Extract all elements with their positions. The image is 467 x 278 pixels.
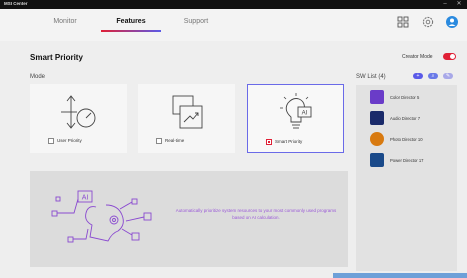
realtime-chart-icon <box>172 95 202 129</box>
sw-list-panel: Color Director 5 Audio Director 7 Photo … <box>356 85 457 271</box>
smart-priority-checkbox[interactable] <box>266 139 272 145</box>
power-director-icon <box>370 153 384 167</box>
audio-director-icon <box>370 111 384 125</box>
banner-description: Automatically prioritize system resource… <box>175 208 337 220</box>
sw-item-label: Photo Director 10 <box>390 137 423 142</box>
mode-card-real-time[interactable]: Real-time <box>138 84 235 153</box>
user-priority-label: User Priority <box>57 138 82 143</box>
edit-software-button[interactable]: ✎ <box>443 73 453 79</box>
grid-icon[interactable] <box>396 15 410 29</box>
sw-item-label: Audio Director 7 <box>390 116 421 121</box>
priority-gauge-icon <box>60 95 95 129</box>
tab-support[interactable]: Support <box>166 18 226 25</box>
svg-text:AI: AI <box>301 111 307 117</box>
bottom-accent-strip <box>333 273 467 278</box>
sw-list-title: SW List (4) <box>356 74 386 80</box>
ai-head-circuit-icon: AI <box>51 190 152 243</box>
color-director-icon <box>370 90 384 104</box>
ai-banner: AI Automatically prioritize system resou… <box>30 171 348 267</box>
page-title: Smart Priority <box>30 53 83 62</box>
mode-section-label: Mode <box>30 74 46 80</box>
app-title: MSI Center <box>4 1 28 6</box>
creator-mode-label: Creator Mode <box>402 54 433 60</box>
settings-icon[interactable] <box>421 15 435 29</box>
svg-text:AI: AI <box>82 195 89 202</box>
user-priority-checkbox[interactable] <box>48 138 54 144</box>
smart-priority-label: Smart Priority <box>275 139 303 144</box>
mode-card-user-priority[interactable]: User Priority <box>30 84 127 153</box>
real-time-label: Real-time <box>165 138 185 143</box>
sw-item-label: Color Director 5 <box>390 95 420 100</box>
real-time-checkbox[interactable] <box>156 138 162 144</box>
creator-mode-toggle[interactable] <box>443 53 456 60</box>
tab-features[interactable]: Features <box>101 18 161 25</box>
header: Monitor Features Support <box>0 9 467 41</box>
tab-monitor[interactable]: Monitor <box>35 18 95 25</box>
close-button[interactable]: ✕ <box>454 0 464 9</box>
add-software-button[interactable]: + <box>413 73 423 79</box>
user-icon[interactable] <box>445 15 459 29</box>
main-content: Smart Priority Creator Mode Mode User Pr… <box>0 41 467 278</box>
sw-item-label: Power Director 17 <box>390 158 424 163</box>
ai-lightbulb-icon: AI <box>279 93 311 129</box>
active-tab-indicator <box>101 30 161 32</box>
title-bar: MSI Center – ✕ <box>0 0 467 9</box>
search-software-button[interactable]: ⌕ <box>428 73 438 79</box>
mode-card-smart-priority[interactable]: AI Smart Priority <box>247 84 344 153</box>
photo-director-icon <box>370 132 384 146</box>
minimize-button[interactable]: – <box>440 0 450 9</box>
